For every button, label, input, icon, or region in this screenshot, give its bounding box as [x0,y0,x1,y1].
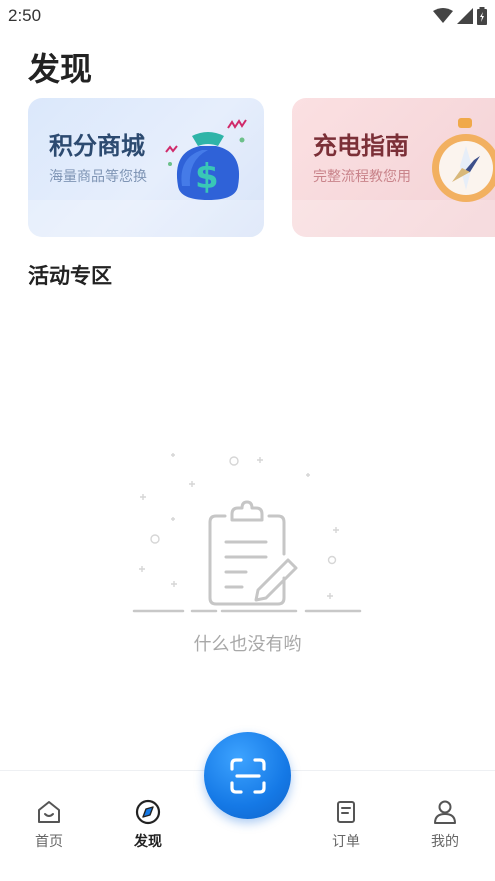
signal-icon [457,8,473,24]
status-icons [433,7,487,25]
clipboard-edit-icon [132,453,362,613]
tab-me[interactable]: 我的 [410,799,480,851]
compass-icon [432,118,495,202]
wifi-icon [433,8,453,23]
home-icon [38,801,60,823]
tab-home[interactable]: 首页 [14,799,84,851]
order-icon [337,801,355,823]
card-subtitle: 海量商品等您换 [49,169,147,185]
tab-label: 发现 [134,834,162,850]
user-icon [434,800,456,824]
status-time: 2:50 [8,6,42,25]
tab-label: 我的 [431,834,459,850]
feature-cards: 积分商城 海量商品等您换 $ 充电指南 完整流程教您用 [28,98,495,238]
compass-icon [135,799,161,825]
scan-button[interactable] [204,732,291,819]
battery-icon [477,7,487,25]
tab-label: 首页 [35,834,63,850]
activity-section-title: 活动专区 [28,264,112,288]
empty-state-text: 什么也没有哟 [193,634,302,655]
tab-orders[interactable]: 订单 [311,799,381,851]
status-bar: 2:50 [0,0,495,32]
scan-icon [229,757,266,794]
card-title: 积分商城 [49,132,145,160]
card-title: 充电指南 [313,132,409,160]
page-title: 发现 [28,50,93,88]
tab-discover[interactable]: 发现 [113,799,183,851]
card-subtitle: 完整流程教您用 [313,169,411,185]
tab-label: 订单 [332,834,360,850]
money-bag-icon: $ [165,119,247,200]
points-mall-card[interactable]: 积分商城 海量商品等您换 $ [28,98,264,237]
svg-text:$: $ [195,157,219,197]
charging-guide-card[interactable]: 充电指南 完整流程教您用 [292,98,495,237]
